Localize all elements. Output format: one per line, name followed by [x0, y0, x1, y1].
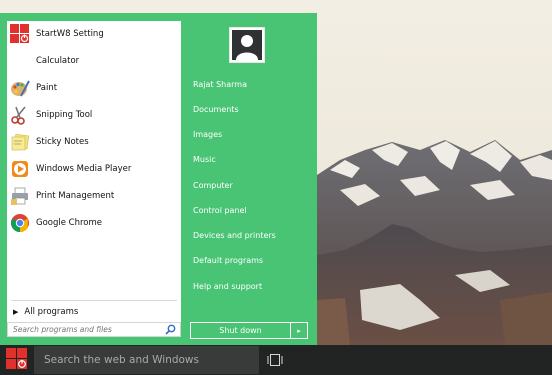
app-item-paint[interactable]: Paint [9, 77, 179, 99]
task-view-icon[interactable] [266, 352, 284, 368]
search-input[interactable] [8, 323, 163, 336]
place-documents[interactable]: Documents [193, 105, 239, 114]
app-label: StartW8 Setting [36, 29, 104, 39]
app-label: Calculator [36, 56, 80, 66]
app-item-startw8-setting[interactable]: StartW8 Setting [9, 23, 179, 45]
print-management-icon [10, 186, 30, 206]
media-player-icon [10, 159, 30, 179]
search-programs-box[interactable] [7, 322, 181, 337]
place-user-name[interactable]: Rajat Sharma [193, 80, 247, 89]
start-button[interactable] [0, 345, 33, 375]
start-menu: StartW8 Setting Calculator Paint Snippin… [0, 13, 317, 345]
programs-panel: StartW8 Setting Calculator Paint Snippin… [7, 21, 181, 326]
chrome-icon [10, 213, 30, 233]
app-item-windows-media-player[interactable]: Windows Media Player [9, 158, 179, 180]
taskbar-search-placeholder: Search the web and Windows [44, 354, 199, 366]
sticky-notes-icon [10, 132, 30, 152]
shutdown-button[interactable]: Shut down [190, 322, 291, 339]
paint-icon [10, 78, 30, 98]
place-music[interactable]: Music [193, 155, 216, 164]
startw8-setting-icon [10, 24, 30, 44]
place-control-panel[interactable]: Control panel [193, 206, 247, 215]
divider [11, 300, 177, 301]
app-label: Print Management [36, 191, 115, 201]
app-item-sticky-notes[interactable]: Sticky Notes [9, 131, 179, 153]
place-computer[interactable]: Computer [193, 181, 233, 190]
taskbar-search-box[interactable]: Search the web and Windows [34, 346, 259, 374]
place-devices-and-printers[interactable]: Devices and printers [193, 231, 276, 240]
app-item-snipping-tool[interactable]: Snipping Tool [9, 104, 179, 126]
search-icon[interactable] [165, 324, 176, 338]
app-label: Paint [36, 83, 58, 93]
app-item-calculator[interactable]: Calculator [9, 50, 179, 72]
place-help-and-support[interactable]: Help and support [193, 282, 262, 291]
app-item-google-chrome[interactable]: Google Chrome [9, 212, 179, 234]
place-default-programs[interactable]: Default programs [193, 256, 263, 265]
taskbar: Search the web and Windows [0, 345, 552, 375]
all-programs-label: All programs [24, 307, 79, 317]
app-label: Snipping Tool [36, 110, 93, 120]
calculator-icon [10, 51, 30, 71]
place-images[interactable]: Images [193, 130, 222, 139]
triangle-right-icon: ▶ [13, 308, 19, 316]
app-label: Windows Media Player [36, 164, 132, 174]
shutdown-group: Shut down ▸ [190, 322, 309, 339]
app-label: Google Chrome [36, 218, 103, 228]
user-avatar-icon[interactable] [229, 27, 265, 63]
app-label: Sticky Notes [36, 137, 89, 147]
startw8-logo-icon [5, 347, 28, 373]
shutdown-options-arrow-icon[interactable]: ▸ [291, 322, 308, 339]
all-programs-button[interactable]: ▶ All programs [11, 305, 78, 319]
app-item-print-management[interactable]: Print Management [9, 185, 179, 207]
snipping-tool-icon [10, 105, 30, 125]
